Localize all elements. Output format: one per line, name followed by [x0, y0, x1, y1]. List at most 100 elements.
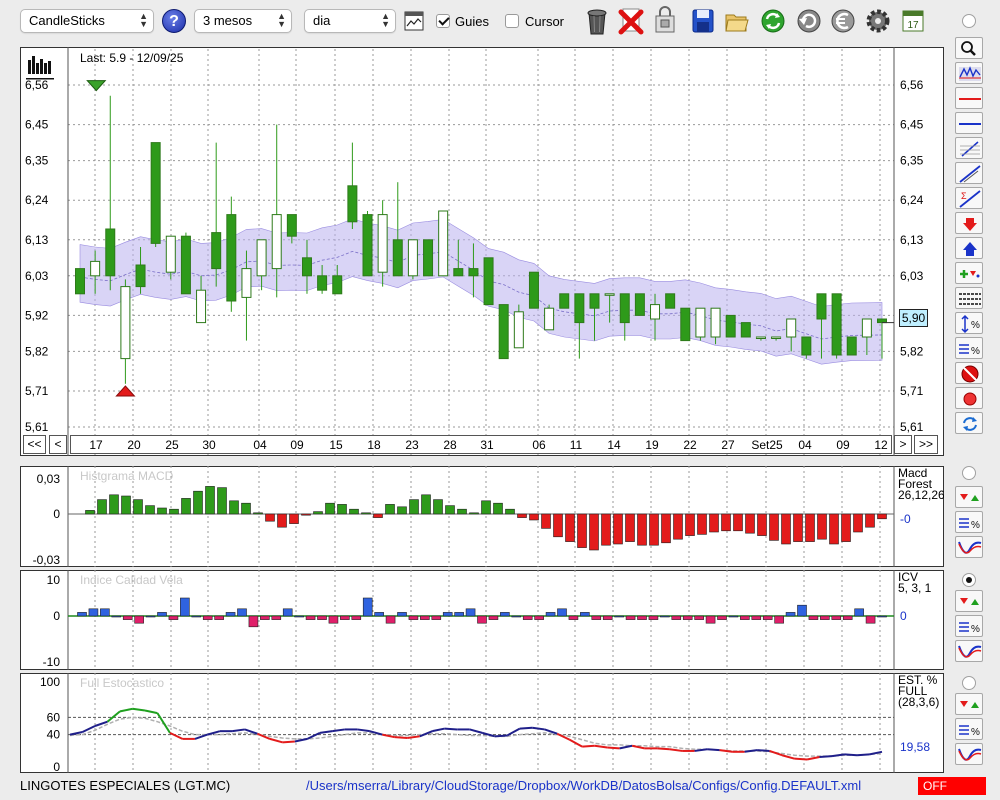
macd-bar: [697, 513, 707, 535]
candle: [695, 307, 706, 341]
refresh-icon[interactable]: [760, 6, 786, 36]
candle-body: [332, 275, 343, 295]
candle-body: [453, 268, 464, 277]
compare-percent-button[interactable]: %: [955, 511, 983, 533]
config-path-link[interactable]: /Users/mserra/Library/CloudStorage/Dropb…: [306, 778, 861, 793]
y-tick-label: 5,61: [900, 420, 924, 434]
signal-arrows-button[interactable]: [955, 486, 983, 508]
save-icon[interactable]: [690, 6, 716, 36]
icv-bar: [260, 615, 270, 620]
macd-radio[interactable]: [962, 466, 976, 480]
oscillator-button[interactable]: [955, 640, 983, 662]
candle: [846, 336, 857, 356]
icv-panel[interactable]: 10 0 -10 Indice Calidad Vela ICV 5, 3, 10: [20, 570, 944, 670]
oscillator-button[interactable]: [955, 536, 983, 558]
y-tick-label: 6,56: [25, 78, 49, 92]
euro-icon[interactable]: [830, 6, 856, 36]
stochastic-chart[interactable]: 10060400Full Estocastico EST. %FULL(28,3,…: [20, 673, 944, 773]
y-tick-label: 6,35: [25, 154, 49, 168]
icv-bar: [648, 615, 659, 620]
icv-bar: [225, 612, 236, 617]
icv-bar: [134, 615, 144, 624]
grid-lines-button[interactable]: [955, 287, 983, 309]
stochastic-k-segment: [394, 736, 408, 740]
nav-last-button[interactable]: >>: [914, 435, 938, 454]
icv-radio[interactable]: [962, 573, 976, 587]
icv-chart[interactable]: 100-10Indice Calidad Vela ICV5, 3, 10: [20, 570, 944, 670]
add-signal-button[interactable]: [955, 262, 983, 284]
candle-body: [180, 235, 191, 295]
stochastic-k-segment: [382, 733, 396, 739]
mode-status-badge[interactable]: OFF: [918, 777, 986, 795]
stochastic-value: 19,58: [900, 740, 930, 754]
candle-body: [423, 239, 434, 277]
chart-window-icon[interactable]: [404, 11, 424, 31]
delete-icon[interactable]: [618, 6, 644, 36]
scale-percent-button[interactable]: %: [955, 312, 983, 334]
stochastic-k-segment: [407, 735, 420, 740]
y-tick-label: 0,03: [37, 472, 61, 486]
macd-chart[interactable]: 0,030-0,03Histgrama MACD MacdForest26,12,…: [20, 466, 944, 567]
up-arrow-button[interactable]: [955, 237, 983, 259]
macd-bar: [553, 513, 563, 538]
guides-checkbox[interactable]: [436, 14, 450, 28]
chart-type-value: CandleSticks: [29, 13, 105, 28]
x-tick-label: 12: [874, 438, 888, 452]
trend-line-button[interactable]: [955, 162, 983, 184]
refresh-icon: [963, 417, 977, 431]
stochastic-k-segment: [444, 727, 458, 731]
macd-value: -0: [900, 512, 911, 526]
interval-select[interactable]: dia ▲ ▼: [304, 9, 396, 33]
gear-icon[interactable]: [865, 6, 891, 36]
macd-panel[interactable]: 0,03 0 -0,03 Histgrama MACD Macd Forest 26,12,…: [20, 466, 944, 567]
stochastic-k-segment: [207, 730, 221, 736]
refresh-button[interactable]: [955, 412, 983, 434]
down-arrow-button[interactable]: [955, 212, 983, 234]
open-folder-icon[interactable]: [724, 6, 750, 36]
svg-text:%: %: [971, 727, 980, 738]
compare-percent-button[interactable]: %: [955, 718, 983, 740]
main-chart-radio[interactable]: [962, 14, 976, 28]
icv-bar: [625, 615, 636, 620]
lock-file-icon[interactable]: [652, 6, 678, 36]
signal-arrows-button[interactable]: [955, 693, 983, 715]
period-select[interactable]: 3 mesos ▲ ▼: [194, 9, 292, 33]
nav-first-button[interactable]: <<: [23, 435, 46, 454]
macd-bar: [541, 513, 551, 529]
macd-bar: [613, 513, 623, 545]
macd-bar: [841, 513, 851, 542]
date-scrollbar[interactable]: 17 20 25 30 04 09 15 18 23 28 31 06 11 14 19 22 27 Set25 0…: [70, 435, 892, 454]
stochastic-panel[interactable]: 100 60 40 0 Full Estocastico EST. % FULL (28,3,…: [20, 673, 944, 773]
icv-bar: [282, 608, 293, 617]
trash-icon[interactable]: [584, 6, 610, 36]
macd-bar: [109, 494, 119, 515]
icv-bar: [408, 615, 419, 620]
candle: [120, 279, 131, 384]
nav-prev-button[interactable]: <: [49, 435, 67, 454]
reload-icon[interactable]: [796, 6, 822, 36]
sigma-line-button[interactable]: Σ: [955, 187, 983, 209]
stochastic-k-segment: [82, 725, 96, 733]
help-icon[interactable]: ?: [162, 9, 186, 33]
red-horizontal-line-button[interactable]: [955, 87, 983, 109]
main-chart-panel[interactable]: 6,56 6,56 6,45 6,45 6,35 6,35 6,24 6,24 6,13 6,13…: [20, 47, 944, 456]
calendar-icon[interactable]: 17: [900, 6, 926, 36]
cursor-checkbox[interactable]: [505, 14, 519, 28]
candle-body: [150, 142, 161, 244]
oscillator-button[interactable]: [955, 743, 983, 765]
macd-bar: [781, 513, 791, 545]
chart-bars-button[interactable]: [955, 62, 983, 84]
stochastic-radio[interactable]: [962, 676, 976, 690]
compare-percent-button[interactable]: %: [955, 615, 983, 637]
zoom-button[interactable]: [955, 37, 983, 59]
signal-arrows-button[interactable]: [955, 590, 983, 612]
fibonacci-button[interactable]: [955, 137, 983, 159]
record-button[interactable]: [955, 387, 983, 409]
chart-type-select[interactable]: CandleSticks ▲ ▼: [20, 9, 154, 33]
blue-horizontal-line-button[interactable]: [955, 112, 983, 134]
compare-percent-button[interactable]: %: [955, 337, 983, 359]
price-chart[interactable]: 6,56 6,56 6,45 6,45 6,35 6,35 6,24 6,24 6,13 6,13…: [20, 47, 944, 456]
nav-next-button[interactable]: >: [894, 435, 912, 454]
stop-button[interactable]: [955, 362, 983, 384]
icv-bar: [602, 615, 613, 620]
